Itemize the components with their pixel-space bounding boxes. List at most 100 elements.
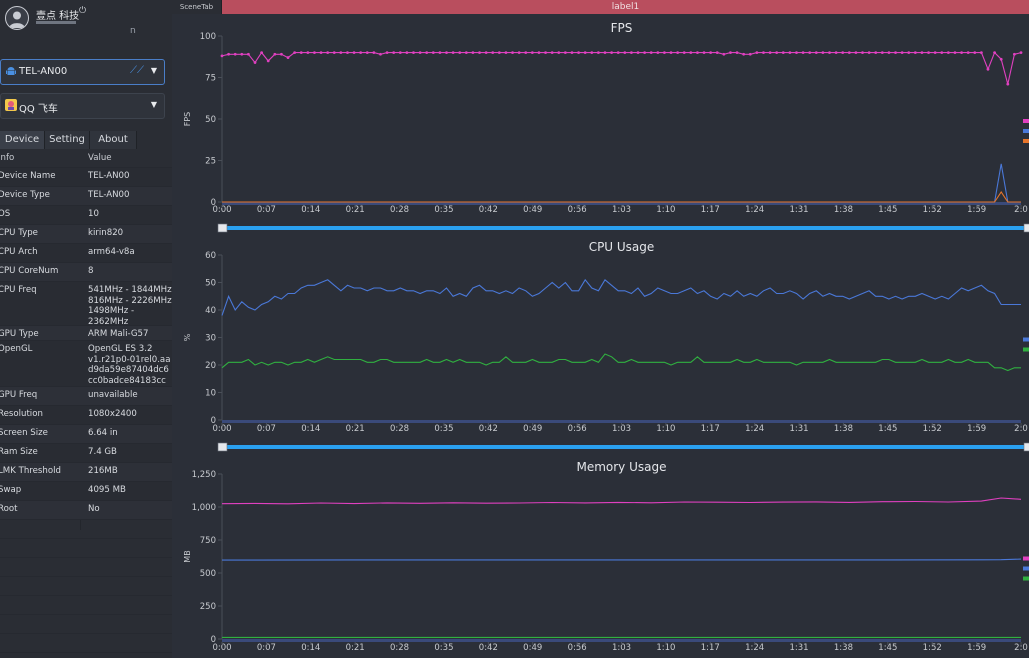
data-point xyxy=(471,51,475,54)
main-panel: SceneTab label1 FPS FPS 0 25 50 75 100 0:00 0:07… xyxy=(172,0,1029,658)
empty-row xyxy=(0,558,172,577)
range-slider-handle-right xyxy=(1023,442,1029,452)
data-point xyxy=(894,51,897,54)
row-key: CPU Freq xyxy=(0,285,37,295)
data-point xyxy=(504,51,508,54)
device-info-table: Info Value Device Name TEL-AN00 Device Ty… xyxy=(0,150,172,653)
power-icon[interactable]: ⏻ xyxy=(79,6,86,16)
data-point xyxy=(392,51,396,54)
header-value: Value xyxy=(88,153,112,163)
table-row: GPU Freq unavailable xyxy=(0,387,172,406)
data-point xyxy=(960,51,963,54)
legend-marker xyxy=(1023,337,1029,342)
series-line-0 xyxy=(221,497,1022,505)
chart-1: CPU Usage%01020304050600:00 0:07 0:14 0:21 0… xyxy=(183,240,1029,452)
data-point xyxy=(464,51,468,54)
data-point xyxy=(497,51,501,54)
data-point xyxy=(920,51,924,54)
table-row: OS 10 xyxy=(0,206,172,225)
data-point xyxy=(326,51,330,54)
data-point xyxy=(841,51,845,54)
app-dropdown[interactable]: QQ 飞车 ▼ xyxy=(0,93,165,119)
data-point xyxy=(431,51,435,54)
y-tick-label: 1,250 xyxy=(192,470,216,480)
data-point xyxy=(636,51,640,54)
range-slider-handle-left xyxy=(217,442,228,452)
tab-device[interactable]: Device xyxy=(0,131,45,149)
row-key: CPU Arch xyxy=(0,247,38,257)
data-point xyxy=(590,51,594,54)
y-tick-label: 10 xyxy=(205,389,216,399)
series-line-2 xyxy=(222,191,1021,203)
data-point xyxy=(280,52,283,56)
data-point xyxy=(861,51,864,54)
y-tick-label: 60 xyxy=(205,251,216,261)
scene-tab[interactable]: SceneTab xyxy=(172,0,222,14)
data-point xyxy=(649,51,653,54)
y-tick-label: 1,000 xyxy=(192,503,216,513)
data-point xyxy=(339,51,343,54)
data-point xyxy=(689,51,693,54)
data-point xyxy=(260,51,264,54)
avatar[interactable] xyxy=(5,6,29,30)
data-point xyxy=(933,51,937,54)
row-key: Device Name xyxy=(0,171,56,181)
row-value: 1080x2400 xyxy=(88,409,137,419)
tab-about[interactable]: About xyxy=(90,131,137,149)
data-point xyxy=(511,51,514,54)
table-row: Resolution 1080x2400 xyxy=(0,406,172,425)
user-level-bar xyxy=(36,21,76,24)
data-point xyxy=(458,51,462,54)
row-key: Resolution xyxy=(0,409,43,419)
data-point xyxy=(577,51,580,54)
data-point xyxy=(696,51,699,54)
data-point xyxy=(966,51,970,54)
table-header: Info Value xyxy=(0,150,172,168)
data-point xyxy=(788,51,792,54)
data-point xyxy=(762,51,765,54)
table-row: CPU Freq 541MHz - 1844MHz 816MHz - 2226MH… xyxy=(0,282,172,327)
data-point xyxy=(656,51,660,54)
data-point xyxy=(775,51,779,54)
y-tick-label: 50 xyxy=(205,115,216,125)
row-key: GPU Freq xyxy=(0,390,38,400)
data-point xyxy=(663,51,666,54)
data-point xyxy=(834,51,838,54)
y-axis-label: MB xyxy=(183,550,192,562)
y-tick-label: 250 xyxy=(200,602,216,612)
sidebar-tabs: Device Setting About xyxy=(0,131,172,149)
table-row: CPU Type kirin820 xyxy=(0,225,172,244)
data-point xyxy=(676,51,680,54)
table-row: Device Name TEL-AN00 xyxy=(0,168,172,187)
y-tick-label: 40 xyxy=(205,306,216,316)
legend-marker xyxy=(1023,576,1029,581)
label-tab[interactable]: label1 xyxy=(222,0,1029,14)
data-point xyxy=(478,51,481,54)
data-point xyxy=(1019,51,1023,54)
data-point xyxy=(821,51,825,54)
legend-marker xyxy=(1023,139,1029,143)
data-point xyxy=(993,51,996,54)
sidebar: 壹点 科技 ⏻ ח TEL-AN00 ⟋⟋ ▼ QQ 飞车 ▼ Device S… xyxy=(0,0,173,658)
charts-area: FPSFPS02550751000:00 0:07 0:14 0:21 0:28 0:35… xyxy=(183,21,1029,653)
data-point xyxy=(715,51,719,54)
y-tick-label: 25 xyxy=(205,157,216,167)
data-point xyxy=(755,51,759,54)
series-line-1 xyxy=(221,558,1022,561)
data-point xyxy=(484,51,488,54)
data-point xyxy=(768,51,772,54)
tab-setting[interactable]: Setting xyxy=(45,131,90,149)
data-point xyxy=(979,51,983,54)
device-dropdown[interactable]: TEL-AN00 ⟋⟋ ▼ xyxy=(0,59,165,85)
data-point xyxy=(583,51,587,54)
table-row: Swap 4095 MB xyxy=(0,482,172,501)
data-point xyxy=(867,51,871,54)
data-point xyxy=(524,51,528,54)
row-key: CPU CoreNum xyxy=(0,266,59,276)
y-tick-label: 500 xyxy=(200,569,216,579)
data-point xyxy=(332,51,336,54)
data-point xyxy=(913,51,917,54)
chart-2: Memory UsageMB02505007501,0001,2500:00 0:… xyxy=(183,460,1029,653)
legend-marker xyxy=(1023,556,1029,561)
empty-row xyxy=(0,577,172,596)
